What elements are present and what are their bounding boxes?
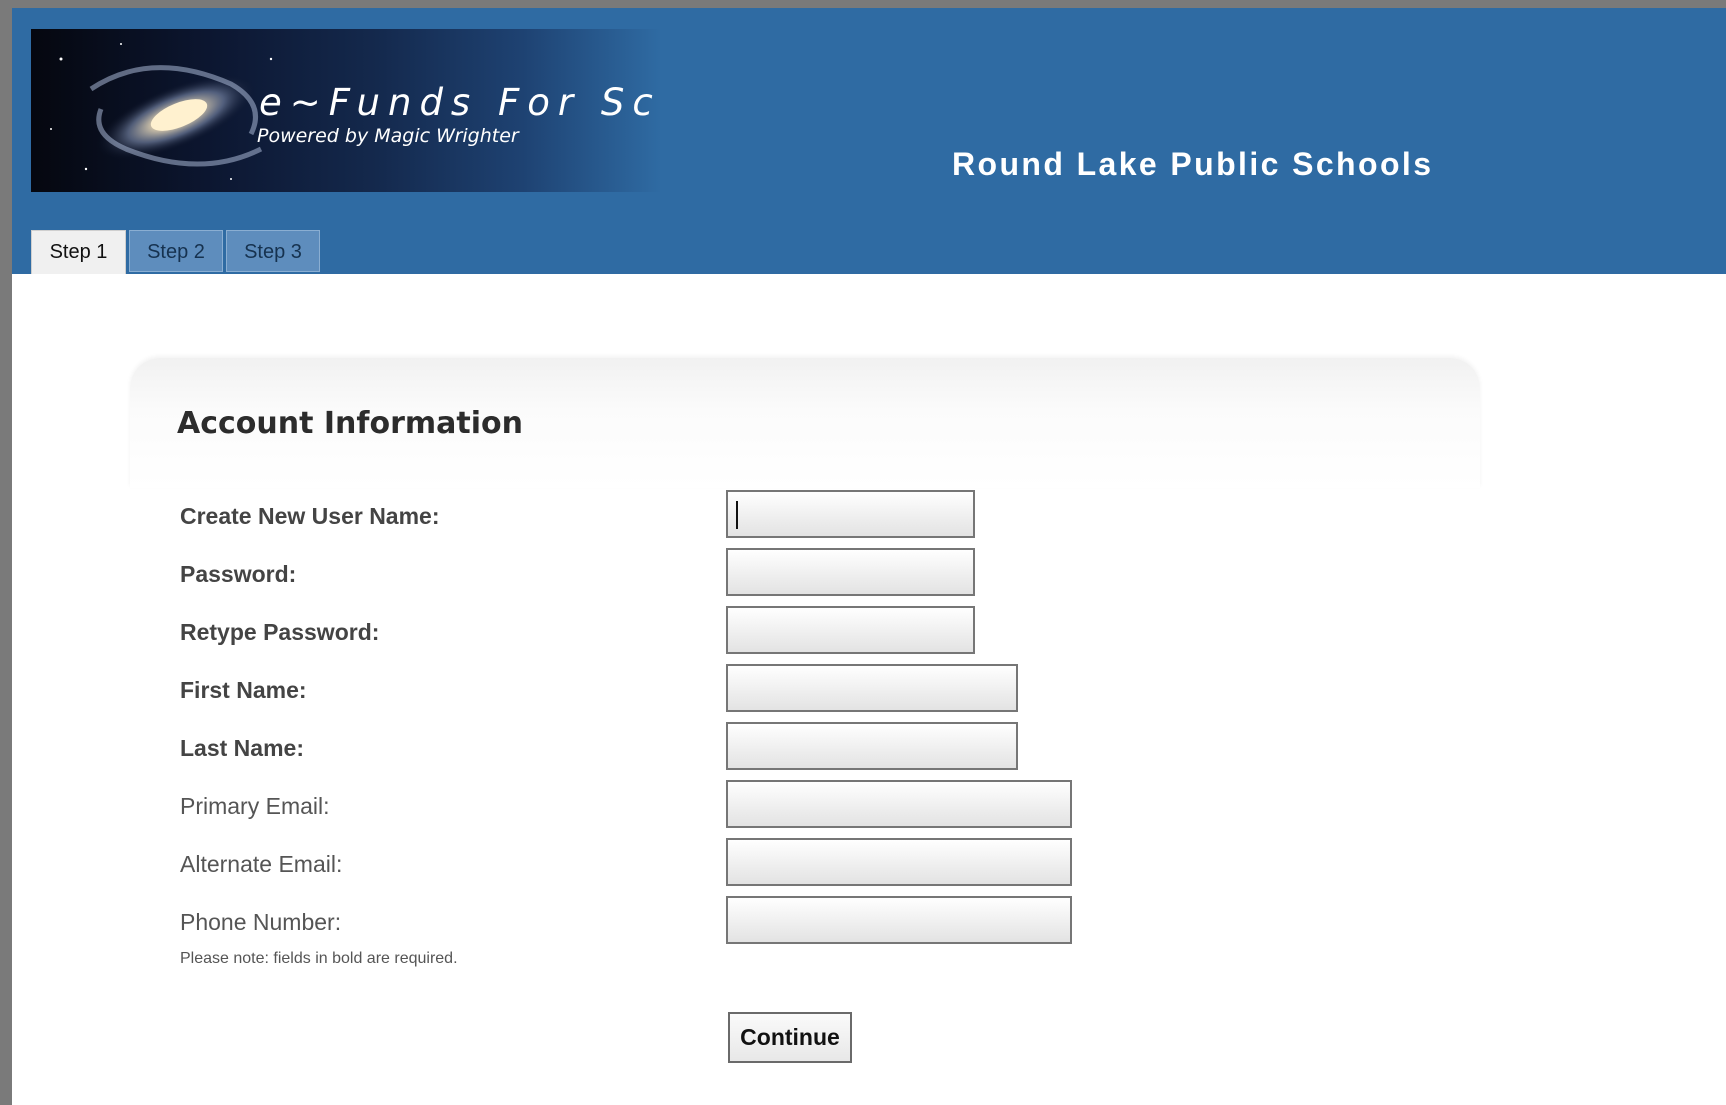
primary-email-input[interactable] xyxy=(726,780,1072,828)
form-title: Account Information xyxy=(177,406,523,441)
site-banner: e~Funds For Schools Powered by Magic Wri… xyxy=(31,29,661,192)
password-label: Password: xyxy=(180,561,297,587)
browser-page: e~Funds For Schools Powered by Magic Wri… xyxy=(12,8,1726,1105)
required-fields-note: Please note: fields in bold are required… xyxy=(180,950,458,967)
password-input[interactable] xyxy=(726,548,975,596)
retype-password-label: Retype Password: xyxy=(180,619,380,645)
primary-email-label: Primary Email: xyxy=(180,793,330,819)
main-content: Account Information Create New User Name… xyxy=(12,274,1726,1105)
username-label: Create New User Name: xyxy=(180,503,440,529)
first-name-label: First Name: xyxy=(180,677,307,703)
retype-password-input[interactable] xyxy=(726,606,975,654)
tab-step-3[interactable]: Step 3 xyxy=(226,230,320,272)
continue-button[interactable]: Continue xyxy=(728,1012,852,1063)
username-input[interactable] xyxy=(726,490,975,538)
site-title: e~Funds For Schools xyxy=(259,81,661,124)
district-name: Round Lake Public Schools xyxy=(952,146,1434,182)
phone-number-input[interactable] xyxy=(726,896,1072,944)
alternate-email-label: Alternate Email: xyxy=(180,851,343,877)
phone-number-label: Phone Number: xyxy=(180,909,342,935)
tab-step-1[interactable]: Step 1 xyxy=(31,230,126,275)
galaxy-logo-icon xyxy=(50,43,273,180)
last-name-input[interactable] xyxy=(726,722,1018,770)
site-subtitle: Powered by Magic Wrighter xyxy=(257,125,519,147)
alternate-email-input[interactable] xyxy=(726,838,1072,886)
first-name-input[interactable] xyxy=(726,664,1018,712)
last-name-label: Last Name: xyxy=(180,735,304,761)
text-cursor xyxy=(736,501,738,529)
tab-step-2[interactable]: Step 2 xyxy=(129,230,223,272)
site-header: e~Funds For Schools Powered by Magic Wri… xyxy=(12,8,1726,275)
